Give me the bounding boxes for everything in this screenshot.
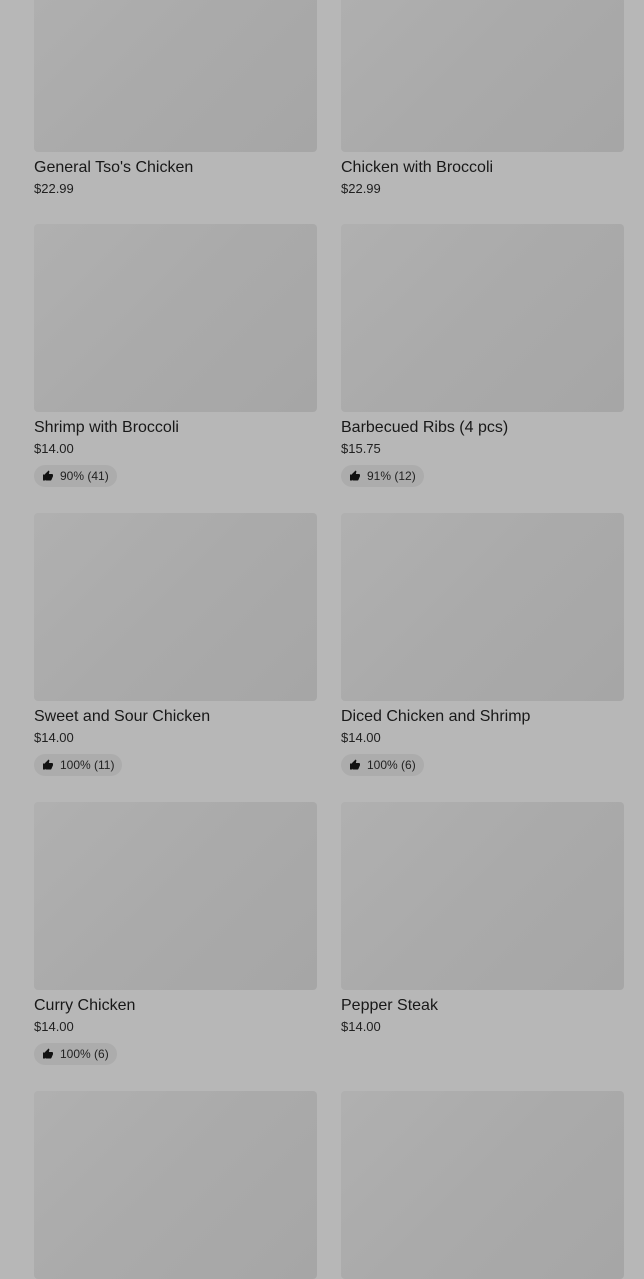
menu-item-rating: 100% (11) — [34, 754, 123, 776]
menu-item-rating: 91% (12) — [341, 465, 424, 487]
menu-item-rating: 100% (6) — [34, 1043, 117, 1065]
menu-item-price: $14.00 — [34, 1019, 74, 1034]
menu-item-price: $14.00 — [34, 730, 74, 745]
card-spacer — [34, 1065, 317, 1091]
menu-item-image[interactable] — [34, 513, 317, 701]
menu-item-image[interactable] — [34, 0, 317, 152]
menu-item-image[interactable] — [341, 802, 624, 990]
menu-item-image[interactable] — [34, 1091, 317, 1279]
card-spacer — [34, 776, 317, 802]
menu-item-name: Chicken with Broccoli — [341, 159, 494, 176]
menu-item-name: Barbecued Ribs (4 pcs) — [341, 419, 509, 436]
menu-item-price: $14.00 — [341, 730, 381, 745]
menu-item-name: Shrimp with Broccoli — [34, 419, 179, 436]
menu-item-card[interactable]: Curry Chicken $14.00 100% (6) — [34, 802, 317, 1091]
menu-item-card[interactable]: Shrimp with Broccoli $14.00 90% (41) — [34, 224, 317, 513]
menu-item-price: $22.99 — [341, 181, 381, 196]
menu-item-card[interactable]: Chicken with Broccoli $22.99 — [341, 0, 624, 224]
menu-item-card[interactable] — [34, 1091, 317, 1279]
menu-item-price: $15.75 — [341, 441, 381, 456]
menu-item-price: $14.00 — [341, 1019, 381, 1034]
menu-item-price: $22.99 — [34, 181, 74, 196]
menu-item-rating: 100% (6) — [341, 754, 424, 776]
thumbs-up-icon — [42, 470, 54, 482]
rating-text: 91% (12) — [367, 469, 416, 483]
thumbs-up-icon — [349, 759, 361, 771]
menu-item-name: General Tso's Chicken — [34, 159, 194, 176]
menu-item-card[interactable]: Sweet and Sour Chicken $14.00 100% (11) — [34, 513, 317, 802]
menu-item-card[interactable]: Pepper Steak $14.00 — [341, 802, 624, 1091]
menu-item-image[interactable] — [341, 1091, 624, 1279]
menu-item-image[interactable] — [34, 224, 317, 412]
card-spacer — [34, 198, 317, 224]
rating-text: 90% (41) — [60, 469, 109, 483]
rating-text: 100% (6) — [60, 1047, 109, 1061]
menu-item-grid: General Tso's Chicken $22.99 Chicken with … — [34, 0, 624, 1279]
menu-item-image[interactable] — [34, 802, 317, 990]
menu-item-image[interactable] — [341, 0, 624, 152]
card-spacer — [341, 487, 624, 513]
menu-item-name: Diced Chicken and Shrimp — [341, 708, 531, 725]
card-spacer — [341, 1036, 624, 1091]
menu-item-image[interactable] — [341, 224, 624, 412]
card-spacer — [341, 776, 624, 802]
menu-item-price: $14.00 — [34, 441, 74, 456]
thumbs-up-icon — [42, 1048, 54, 1060]
rating-text: 100% (6) — [367, 758, 416, 772]
menu-item-name: Curry Chicken — [34, 997, 136, 1014]
rating-text: 100% (11) — [60, 758, 115, 772]
menu-item-rating: 90% (41) — [34, 465, 117, 487]
menu-item-card[interactable]: Diced Chicken and Shrimp $14.00 100% (6) — [341, 513, 624, 802]
menu-item-image[interactable] — [341, 513, 624, 701]
menu-item-card[interactable]: General Tso's Chicken $22.99 — [34, 0, 317, 224]
card-spacer — [34, 487, 317, 513]
thumbs-up-icon — [349, 470, 361, 482]
menu-item-name: Sweet and Sour Chicken — [34, 708, 211, 725]
menu-item-name: Pepper Steak — [341, 997, 438, 1014]
thumbs-up-icon — [42, 759, 54, 771]
menu-item-card[interactable]: Barbecued Ribs (4 pcs) $15.75 91% (12) — [341, 224, 624, 513]
card-spacer — [341, 198, 624, 224]
menu-item-card[interactable] — [341, 1091, 624, 1279]
